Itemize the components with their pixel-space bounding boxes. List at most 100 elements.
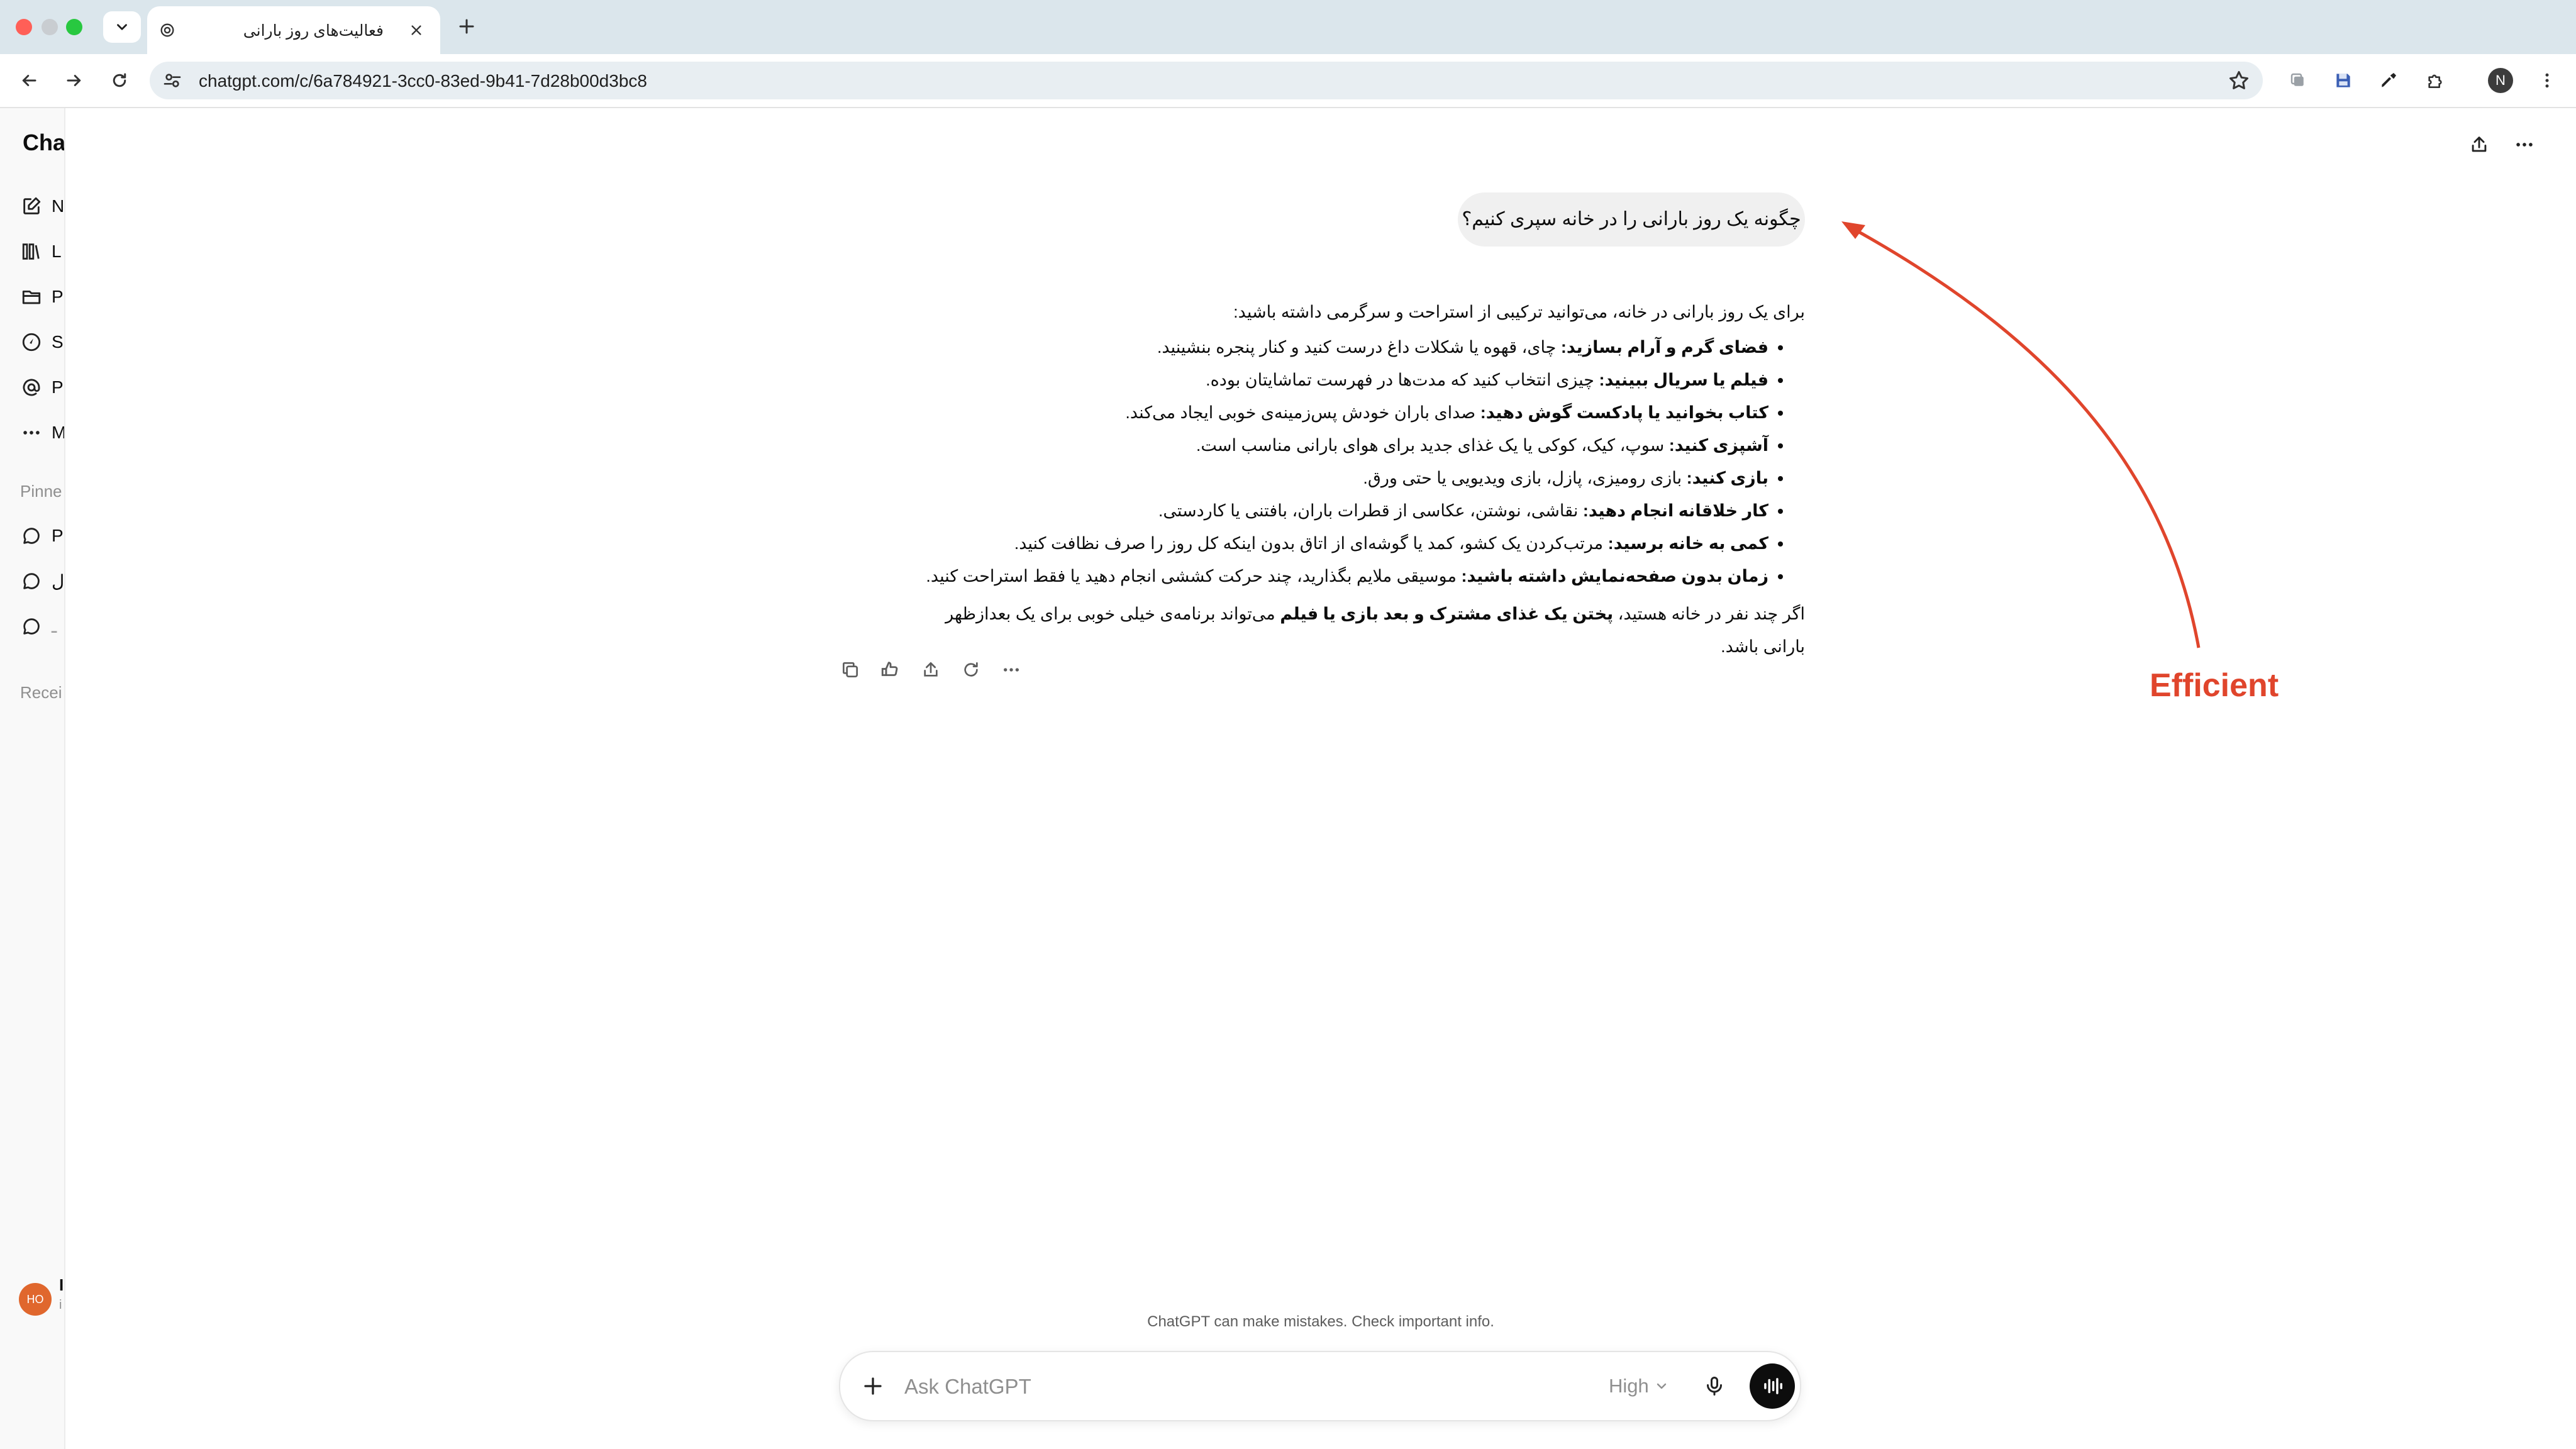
sidebar-item-projects[interactable]: P — [20, 284, 64, 309]
model-selector[interactable]: High — [1609, 1372, 1669, 1400]
sidebar-item-label: N — [52, 196, 65, 216]
forward-button[interactable] — [59, 65, 89, 96]
conversation-options-button[interactable] — [2509, 130, 2540, 160]
address-bar[interactable]: chatgpt.com/c/6a784921-3cc0-83ed-9b41-7d… — [150, 62, 2263, 99]
answer-outro: اگر چند نفر در خانه هستید، پختن یک غذای … — [906, 597, 1805, 663]
annotation-arrow — [1841, 221, 2201, 648]
refresh-icon — [964, 662, 978, 677]
list-item-bold: فضای گرم و آرام بسازید: — [1560, 338, 1768, 357]
pinned-chat-item[interactable]: ـ — [20, 614, 64, 639]
sidebar: Cha N L P S P M Pinne P ل ـ Recei HO I i — [0, 108, 65, 1449]
user-message-bubble: چگونه یک روز بارانی را در خانه سپری کنیم… — [1458, 192, 1805, 247]
reload-icon — [113, 73, 126, 87]
list-item-bold: بازی کنید: — [1686, 469, 1768, 487]
puzzle-icon — [2428, 74, 2442, 88]
eyedropper-extension-button[interactable] — [2375, 67, 2402, 94]
annotation-label: Efficient — [2150, 667, 2279, 704]
sidebar-item-new-chat[interactable]: N — [20, 194, 65, 219]
disclaimer-text: ChatGPT can make mistakes. Check importa… — [1147, 1313, 1494, 1330]
pinned-chat-label: P — [52, 526, 64, 545]
outro-text-bold: پختن یک غذای مشترک و بعد بازی یا فیلم — [1280, 604, 1614, 623]
list-item-text: چیزی انتخاب کنید که مدت‌ها در فهرست تماش… — [1206, 370, 1599, 389]
zoom-window-button[interactable] — [66, 19, 82, 35]
copy-button[interactable] — [836, 654, 864, 686]
voice-mode-button[interactable] — [1750, 1363, 1795, 1409]
list-item-text: بازی رومیزی، پازل، بازی ویدیویی یا حتی و… — [1363, 469, 1687, 487]
list-item-bold: فیلم یا سریال ببینید: — [1599, 370, 1768, 389]
copy-window-icon — [2290, 73, 2304, 86]
sidebar-item-at[interactable]: P — [20, 375, 64, 400]
plus-icon — [459, 19, 474, 34]
pinned-chat-label: ـ — [52, 616, 57, 636]
bookmark-star-icon[interactable] — [2228, 69, 2250, 92]
sidebar-item-label: S — [52, 332, 64, 352]
list-item-bold: زمان بدون صفحه‌نمایش داشته باشید: — [1461, 567, 1768, 586]
tab-search-button[interactable] — [103, 11, 141, 43]
sidebar-brand[interactable]: Cha — [23, 130, 64, 156]
prompt-input[interactable] — [903, 1367, 1572, 1406]
list-item-text: چای، قهوه یا شکلات داغ درست کنید و کنار … — [1157, 338, 1561, 357]
more-horizontal-icon — [1004, 668, 1019, 672]
share-icon — [924, 662, 938, 677]
more-horizontal-icon — [2516, 143, 2533, 147]
tab-close-button[interactable] — [406, 20, 426, 40]
new-chat-icon — [23, 197, 41, 214]
list-item-bold: کتاب بخوانید یا پادکست گوش دهید: — [1480, 403, 1768, 422]
plus-icon — [864, 1377, 882, 1395]
list-item-text: سوپ، کیک، کوکی یا یک غذای جدید برای هوای… — [1196, 436, 1669, 455]
list-item: کتاب بخوانید یا پادکست گوش دهید: صدای با… — [906, 396, 1768, 429]
vertical-dots-icon — [2545, 73, 2549, 88]
regenerate-button[interactable] — [957, 654, 985, 686]
new-tab-button[interactable] — [454, 14, 479, 39]
sidebar-item-library[interactable]: L — [20, 239, 64, 264]
folder-icon — [22, 291, 41, 304]
user-avatar[interactable]: HO — [19, 1283, 52, 1316]
browser-tab-active[interactable]: فعالیت‌های روز بارانی — [147, 6, 440, 54]
close-window-button[interactable] — [16, 19, 32, 35]
browser-menu-button[interactable] — [2533, 67, 2561, 94]
chevron-down-icon — [1657, 1383, 1666, 1389]
list-item: آشپزی کنید: سوپ، کیک، کوکی یا یک غذای جد… — [906, 429, 1768, 462]
close-icon — [411, 25, 421, 35]
list-item-text: موسیقی ملایم بگذارید، چند حرکت کششی انجا… — [926, 567, 1462, 586]
reload-button[interactable] — [104, 65, 135, 96]
list-item-text: نقاشی، نوشتن، عکاسی از قطرات باران، بافت… — [1158, 501, 1583, 520]
more-actions-button[interactable] — [997, 654, 1025, 686]
save-extension-button[interactable] — [2329, 67, 2357, 94]
sidebar-item-explore[interactable]: S — [20, 330, 64, 355]
back-button[interactable] — [14, 65, 44, 96]
pinned-chat-label: ل — [52, 571, 65, 591]
microphone-icon — [1707, 1377, 1722, 1396]
sidebar-item-more[interactable]: M — [20, 420, 64, 445]
share-message-button[interactable] — [917, 654, 945, 686]
tab-title: فعالیت‌های روز بارانی — [243, 22, 384, 40]
list-item-text: صدای باران خودش پس‌زمینه‌ی خوبی ایجاد می… — [1125, 403, 1480, 422]
share-button[interactable] — [2464, 130, 2494, 160]
floppy-disk-icon — [2336, 74, 2350, 87]
sidebar-item-label: P — [52, 377, 64, 397]
user-plan: i — [59, 1298, 62, 1312]
feedback-button[interactable] — [877, 654, 904, 686]
list-item-bold: آشپزی کنید: — [1668, 436, 1768, 455]
arrow-right-icon — [67, 75, 81, 86]
user-name[interactable]: I — [59, 1275, 64, 1295]
attach-button[interactable] — [858, 1371, 888, 1401]
minimize-window-button[interactable] — [42, 19, 58, 35]
list-item-bold: کمی به خانه برسید: — [1607, 534, 1768, 553]
sidebar-item-label: L — [52, 242, 62, 261]
more-icon — [23, 431, 40, 435]
chat-bubble-icon — [23, 528, 40, 544]
eyedropper-icon — [2382, 73, 2396, 87]
url-text: chatgpt.com/c/6a784921-3cc0-83ed-9b41-7d… — [199, 71, 647, 91]
extensions-button[interactable] — [2421, 67, 2449, 94]
answer-list: فضای گرم و آرام بسازید: چای، قهوه یا شکل… — [906, 331, 1805, 592]
dictate-button[interactable] — [1699, 1371, 1729, 1401]
chat-bubble-icon — [23, 618, 40, 635]
pinned-chat-item[interactable]: P — [20, 523, 64, 548]
copy-icon — [843, 662, 858, 677]
browser-toolbar: chatgpt.com/c/6a784921-3cc0-83ed-9b41-7d… — [0, 54, 2576, 108]
profile-avatar[interactable]: N — [2488, 68, 2513, 93]
pinned-chat-item[interactable]: ل — [20, 569, 65, 594]
tab-groups-button[interactable] — [2284, 67, 2312, 94]
browser-tab-bar: فعالیت‌های روز بارانی — [0, 0, 2576, 54]
